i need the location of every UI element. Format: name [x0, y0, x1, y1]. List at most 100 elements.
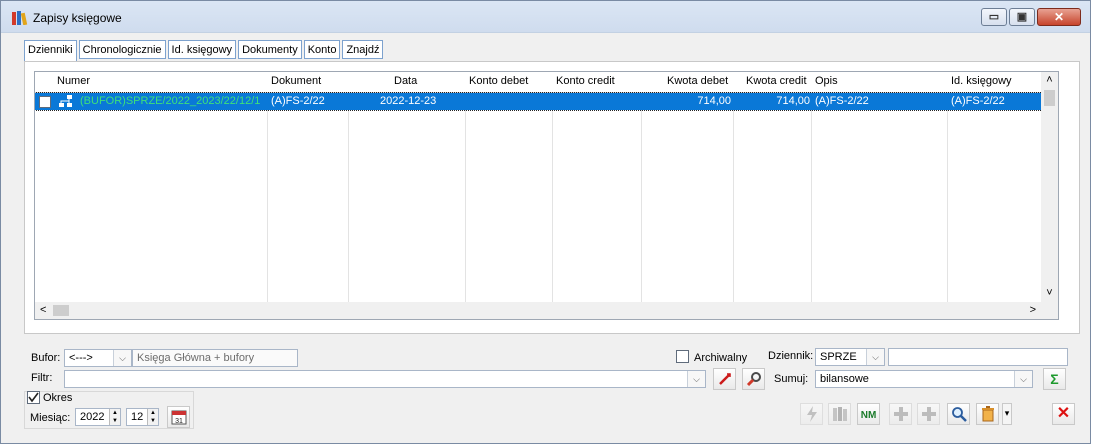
horizontal-scroll-thumb[interactable]	[53, 305, 69, 316]
calendar-button[interactable]: 31	[167, 406, 190, 428]
cell-numer: (BUFOR)SPRZE/2022_2023/22/12/1	[80, 95, 261, 107]
clear-filter-button[interactable]	[713, 368, 736, 390]
close-window-button[interactable]: ✕	[1037, 8, 1081, 26]
tab-strip: Dzienniki Chronologicznie Id. księgowy D…	[24, 40, 385, 62]
close-icon: ✕	[1056, 405, 1071, 422]
svg-text:31: 31	[175, 418, 183, 425]
cell-data: 2022-12-23	[380, 95, 437, 107]
sumuj-label: Sumuj:	[774, 373, 809, 385]
filter-constructor-button[interactable]	[742, 368, 765, 390]
dziennik-label: Dziennik:	[768, 350, 814, 362]
tab-dzienniki[interactable]: Dzienniki	[24, 40, 77, 62]
sum-button[interactable]: Σ	[1043, 368, 1066, 390]
miesiac-label: Miesiąc:	[30, 412, 71, 424]
month-value: 12	[131, 411, 144, 423]
close-button[interactable]: ✕	[1052, 403, 1075, 425]
add-copy-button[interactable]	[917, 403, 940, 425]
books-button[interactable]	[828, 403, 851, 425]
main-window: Zapisy księgowe ▭ ▣ ✕ Dzienniki Chronolo…	[0, 0, 1091, 444]
maximize-icon: ▣	[1016, 11, 1028, 23]
chevron-down-icon[interactable]: ⌵	[866, 349, 884, 365]
okres-label: Okres	[43, 392, 73, 404]
okres-checkbox[interactable]	[27, 391, 40, 404]
cell-kwota-debet: 714,00	[697, 95, 731, 107]
window-controls: ▭ ▣ ✕	[979, 8, 1081, 27]
tab-znajdz[interactable]: Znajdź	[342, 40, 384, 59]
filtr-label: Filtr:	[31, 372, 53, 384]
archiwalny-label: Archiwalny	[694, 352, 748, 364]
calendar-icon: 31	[171, 410, 186, 425]
chevron-down-icon[interactable]: ⌵	[113, 350, 131, 366]
header-dokument[interactable]: Dokument	[271, 75, 321, 87]
dziennik-select[interactable]: SPRZE ⌵	[815, 348, 885, 366]
vertical-scrollbar[interactable]: ˄ ˅	[1041, 72, 1058, 303]
scroll-left-icon[interactable]: <	[40, 304, 46, 316]
header-kwota-debet[interactable]: Kwota debet	[667, 75, 728, 87]
minimize-button[interactable]: ▭	[981, 8, 1007, 26]
lightning-button[interactable]	[800, 403, 823, 425]
sigma-icon: Σ	[1050, 371, 1059, 387]
checkmark-icon	[28, 392, 39, 403]
lightning-icon	[806, 406, 817, 422]
plus-icon	[893, 407, 908, 421]
plus-icon	[921, 407, 936, 421]
header-konto-debet[interactable]: Konto debet	[469, 75, 528, 87]
horizontal-scrollbar[interactable]: < >	[35, 302, 1058, 319]
trash-icon	[981, 406, 994, 422]
year-value: 2022	[80, 411, 105, 423]
header-opis[interactable]: Opis	[815, 75, 838, 87]
preview-button[interactable]	[947, 403, 970, 425]
sumuj-select[interactable]: bilansowe ⌵	[815, 370, 1033, 388]
header-numer[interactable]: Numer	[57, 75, 90, 87]
title-bar: Zapisy księgowe ▭ ▣ ✕	[1, 1, 1090, 33]
year-stepper[interactable]: 2022 ▲ ▼	[75, 408, 121, 426]
books-icon	[12, 11, 28, 25]
dropdown-arrow-icon: ▾	[1004, 408, 1010, 418]
header-id-ksiegowy[interactable]: Id. księgowy	[951, 75, 1012, 87]
spin-arrows-icon[interactable]: ▲ ▼	[147, 409, 158, 425]
tab-chronologicznie[interactable]: Chronologicznie	[78, 40, 166, 59]
window-title: Zapisy księgowe	[33, 11, 122, 25]
month-stepper[interactable]: 12 ▲ ▼	[126, 408, 159, 426]
tab-konto[interactable]: Konto	[303, 40, 341, 59]
minimize-icon: ▭	[988, 11, 1000, 23]
grid-header: Numer Dokument Data Konto debet Konto cr…	[35, 72, 1052, 93]
maximize-button[interactable]: ▣	[1009, 8, 1035, 26]
archiwalny-checkbox[interactable]	[676, 350, 689, 363]
tab-panel: Numer Dokument Data Konto debet Konto cr…	[24, 61, 1080, 334]
header-kwota-credit[interactable]: Kwota credit	[746, 75, 807, 87]
spin-arrows-icon[interactable]: ▲ ▼	[109, 409, 120, 425]
scroll-up-icon[interactable]: ˄	[1041, 74, 1058, 86]
cell-kwota-credit: 714,00	[776, 95, 810, 107]
wrench-icon	[746, 372, 761, 387]
magnifier-icon	[951, 407, 967, 422]
bufor-select[interactable]: <---> ⌵	[64, 349, 132, 367]
nm-button[interactable]: NM	[857, 403, 880, 425]
nm-icon: NM	[860, 410, 877, 421]
delete-button[interactable]	[976, 403, 999, 425]
tab-id-ksiegowy[interactable]: Id. księgowy	[167, 40, 237, 59]
books-icon	[832, 407, 847, 421]
dziennik-value: SPRZE	[820, 351, 857, 363]
dziennik-extra-field[interactable]	[888, 348, 1068, 366]
chevron-down-icon[interactable]: ⌵	[1014, 371, 1032, 387]
bufor-value: <--->	[69, 352, 93, 364]
chevron-down-icon[interactable]: ⌵	[687, 371, 705, 387]
bufor-description: Księga Główna + bufory	[132, 349, 298, 367]
cell-dokument: (A)FS-2/22	[271, 95, 325, 107]
hierarchy-icon	[59, 95, 72, 107]
scroll-down-icon[interactable]: ˅	[1041, 287, 1058, 299]
header-data[interactable]: Data	[394, 75, 417, 87]
scroll-right-icon[interactable]: >	[1030, 304, 1036, 316]
vertical-scroll-thumb[interactable]	[1044, 90, 1055, 106]
filtr-input[interactable]: ⌵	[64, 370, 706, 388]
entries-grid[interactable]: Numer Dokument Data Konto debet Konto cr…	[34, 71, 1059, 320]
header-konto-credit[interactable]: Konto credit	[556, 75, 615, 87]
delete-options-button[interactable]: ▾	[1002, 403, 1012, 425]
sumuj-value: bilansowe	[820, 373, 869, 385]
cell-opis: (A)FS-2/22	[815, 95, 869, 107]
row-checkbox[interactable]	[39, 96, 51, 108]
tab-dokumenty[interactable]: Dokumenty	[238, 40, 302, 59]
table-row[interactable]: (BUFOR)SPRZE/2022_2023/22/12/1 (A)FS-2/2…	[35, 92, 1051, 111]
add-button[interactable]	[889, 403, 912, 425]
